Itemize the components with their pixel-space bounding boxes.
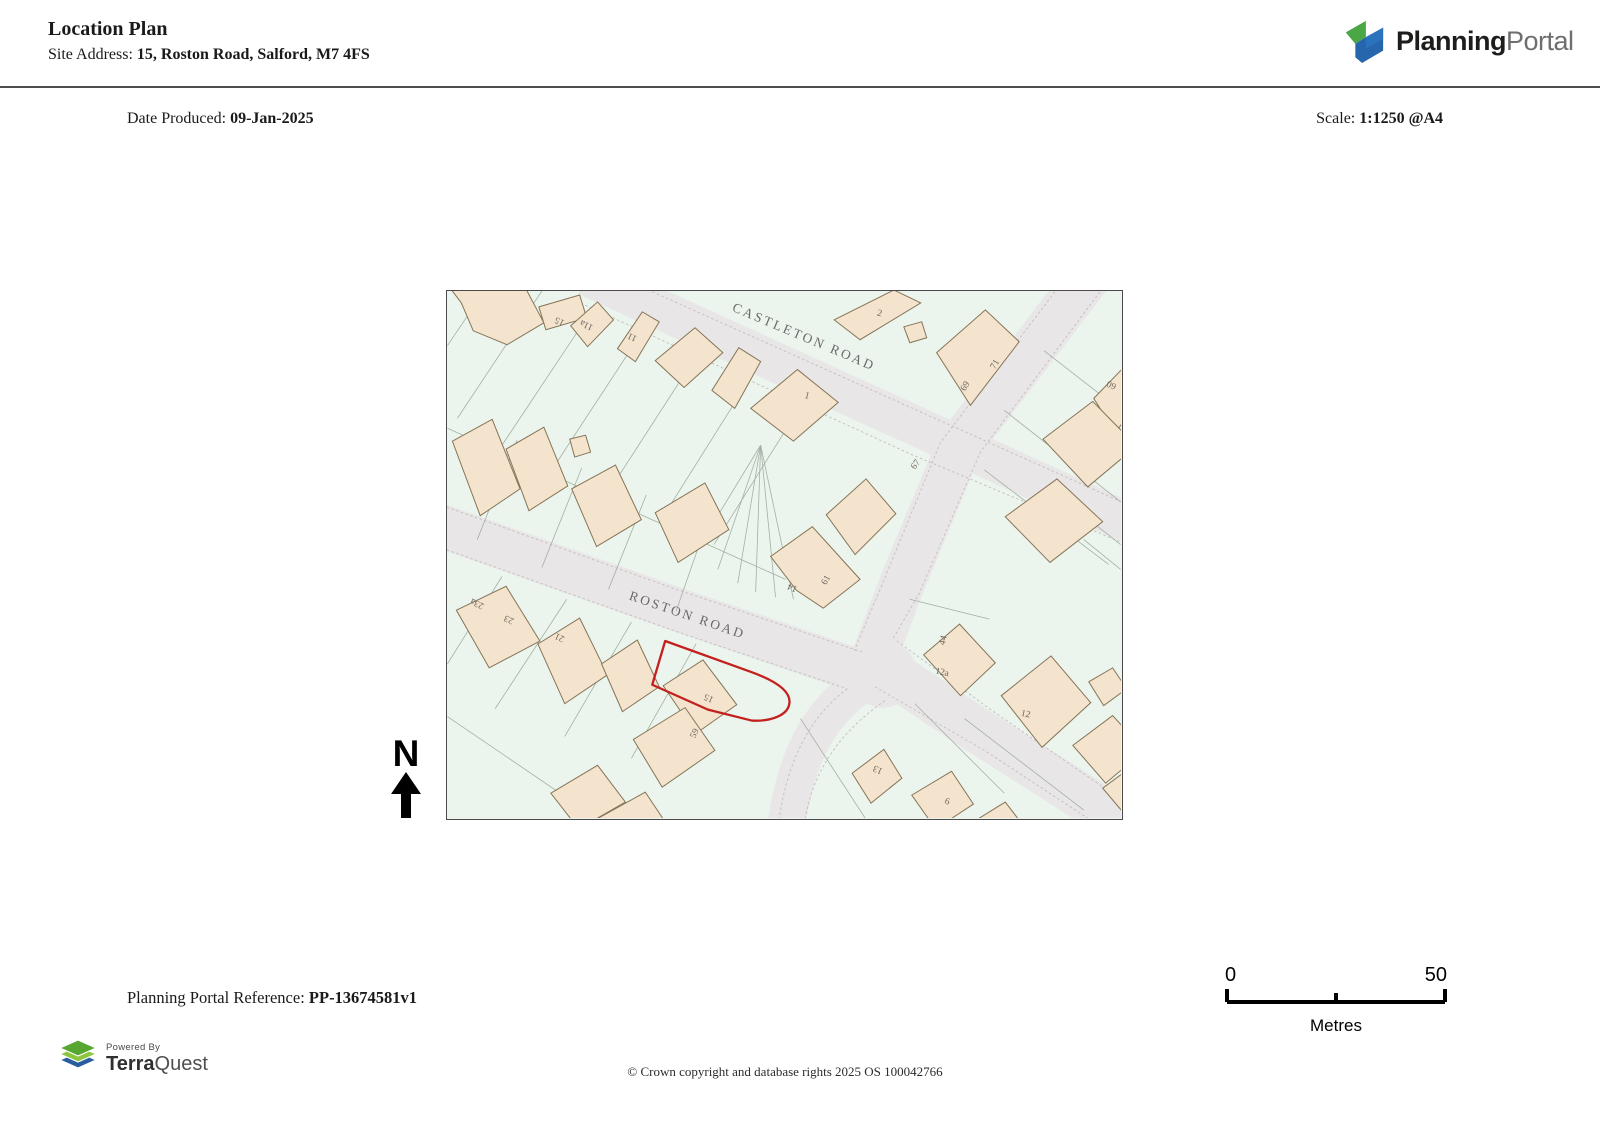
site-address-label: Site Address:	[48, 46, 137, 63]
planning-portal-wordmark: PlanningPortal	[1396, 26, 1574, 57]
north-label: N	[392, 733, 420, 774]
planning-portal-reference: Planning Portal Reference: PP-13674581v1	[127, 988, 417, 1008]
date-produced: Date Produced: 09-Jan-2025	[127, 110, 314, 128]
date-label: Date Produced:	[127, 110, 231, 127]
location-plan-map: CASTLETON ROAD ROSTON ROAD 15 11a 11 2 1 69 71 67…	[446, 290, 1123, 820]
scale-bar: 0 50 Metres	[1225, 964, 1447, 1036]
planning-portal-logo-icon	[1345, 20, 1384, 64]
north-indicator: N	[383, 735, 429, 823]
site-address: Site Address: 15, Roston Road, Salford, …	[48, 46, 370, 64]
scale-bar-unit: Metres	[1310, 1016, 1362, 1035]
scale-label: Scale:	[1316, 110, 1360, 127]
map-canvas: CASTLETON ROADROSTON ROAD15 11a1121697167…	[447, 291, 1121, 818]
location-plan-page: { "header": { "title": "Location Plan", …	[0, 0, 1600, 1132]
reference-value: PP-13674581v1	[308, 988, 418, 1007]
scale-value: 1:1250 @A4	[1359, 110, 1443, 127]
reference-label: Planning Portal Reference:	[127, 988, 309, 1007]
logo-text-portal: Portal	[1506, 25, 1574, 56]
powered-by-label: Powered By	[106, 1041, 161, 1053]
date-value: 09-Jan-2025	[230, 110, 314, 127]
scale-bar-start: 0	[1225, 964, 1237, 986]
header-divider	[0, 86, 1600, 88]
scale-bar-end: 50	[1424, 964, 1447, 986]
planning-portal-logo: PlanningPortal	[1340, 18, 1574, 64]
page-title: Location Plan	[48, 18, 168, 40]
logo-text-planning: Planning	[1396, 25, 1507, 56]
scale-note: Scale: 1:1250 @A4	[1316, 110, 1443, 128]
site-address-value: 15, Roston Road, Salford, M7 4FS	[136, 46, 370, 63]
copyright-notice: © Crown copyright and database rights 20…	[627, 1064, 943, 1079]
north-arrow-icon	[391, 772, 421, 818]
scale-bar-rule	[1225, 989, 1447, 1004]
